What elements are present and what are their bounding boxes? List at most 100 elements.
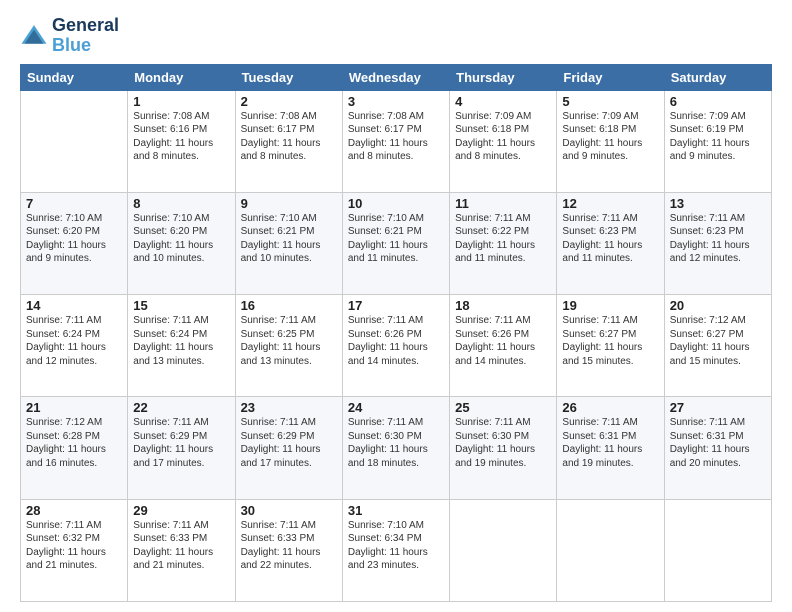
day-info: Sunrise: 7:10 AMSunset: 6:20 PMDaylight:…	[133, 212, 229, 266]
day-cell: 6Sunrise: 7:09 AMSunset: 6:19 PMDaylight…	[664, 90, 771, 192]
day-info: Sunrise: 7:08 AMSunset: 6:16 PMDaylight:…	[133, 110, 229, 164]
day-cell: 9Sunrise: 7:10 AMSunset: 6:21 PMDaylight…	[235, 192, 342, 294]
day-cell: 7Sunrise: 7:10 AMSunset: 6:20 PMDaylight…	[21, 192, 128, 294]
day-info: Sunrise: 7:11 AMSunset: 6:29 PMDaylight:…	[241, 416, 337, 470]
day-cell	[664, 499, 771, 601]
weekday-sunday: Sunday	[21, 64, 128, 90]
day-number: 6	[670, 94, 766, 109]
day-info: Sunrise: 7:11 AMSunset: 6:24 PMDaylight:…	[133, 314, 229, 368]
day-cell: 8Sunrise: 7:10 AMSunset: 6:20 PMDaylight…	[128, 192, 235, 294]
header: General Blue	[20, 16, 772, 56]
day-cell: 13Sunrise: 7:11 AMSunset: 6:23 PMDayligh…	[664, 192, 771, 294]
day-number: 24	[348, 400, 444, 415]
day-cell: 11Sunrise: 7:11 AMSunset: 6:22 PMDayligh…	[450, 192, 557, 294]
day-number: 7	[26, 196, 122, 211]
day-cell	[557, 499, 664, 601]
day-cell: 22Sunrise: 7:11 AMSunset: 6:29 PMDayligh…	[128, 397, 235, 499]
week-row-2: 14Sunrise: 7:11 AMSunset: 6:24 PMDayligh…	[21, 295, 772, 397]
day-cell: 1Sunrise: 7:08 AMSunset: 6:16 PMDaylight…	[128, 90, 235, 192]
weekday-saturday: Saturday	[664, 64, 771, 90]
day-cell: 24Sunrise: 7:11 AMSunset: 6:30 PMDayligh…	[342, 397, 449, 499]
day-info: Sunrise: 7:11 AMSunset: 6:33 PMDaylight:…	[133, 519, 229, 573]
weekday-friday: Friday	[557, 64, 664, 90]
day-number: 27	[670, 400, 766, 415]
day-info: Sunrise: 7:10 AMSunset: 6:20 PMDaylight:…	[26, 212, 122, 266]
day-info: Sunrise: 7:11 AMSunset: 6:30 PMDaylight:…	[348, 416, 444, 470]
day-cell: 31Sunrise: 7:10 AMSunset: 6:34 PMDayligh…	[342, 499, 449, 601]
day-number: 22	[133, 400, 229, 415]
day-number: 28	[26, 503, 122, 518]
day-info: Sunrise: 7:11 AMSunset: 6:23 PMDaylight:…	[562, 212, 658, 266]
day-cell: 29Sunrise: 7:11 AMSunset: 6:33 PMDayligh…	[128, 499, 235, 601]
weekday-monday: Monday	[128, 64, 235, 90]
day-cell: 16Sunrise: 7:11 AMSunset: 6:25 PMDayligh…	[235, 295, 342, 397]
day-number: 16	[241, 298, 337, 313]
day-cell: 25Sunrise: 7:11 AMSunset: 6:30 PMDayligh…	[450, 397, 557, 499]
day-number: 21	[26, 400, 122, 415]
day-cell: 18Sunrise: 7:11 AMSunset: 6:26 PMDayligh…	[450, 295, 557, 397]
day-number: 11	[455, 196, 551, 211]
logo: General Blue	[20, 16, 119, 56]
day-cell: 23Sunrise: 7:11 AMSunset: 6:29 PMDayligh…	[235, 397, 342, 499]
day-info: Sunrise: 7:11 AMSunset: 6:29 PMDaylight:…	[133, 416, 229, 470]
day-info: Sunrise: 7:08 AMSunset: 6:17 PMDaylight:…	[348, 110, 444, 164]
weekday-tuesday: Tuesday	[235, 64, 342, 90]
day-number: 20	[670, 298, 766, 313]
logo-text: General Blue	[52, 16, 119, 56]
calendar-table: SundayMondayTuesdayWednesdayThursdayFrid…	[20, 64, 772, 602]
day-info: Sunrise: 7:11 AMSunset: 6:32 PMDaylight:…	[26, 519, 122, 573]
day-info: Sunrise: 7:11 AMSunset: 6:26 PMDaylight:…	[348, 314, 444, 368]
day-number: 31	[348, 503, 444, 518]
day-cell: 30Sunrise: 7:11 AMSunset: 6:33 PMDayligh…	[235, 499, 342, 601]
weekday-wednesday: Wednesday	[342, 64, 449, 90]
day-cell: 10Sunrise: 7:10 AMSunset: 6:21 PMDayligh…	[342, 192, 449, 294]
day-number: 13	[670, 196, 766, 211]
day-number: 19	[562, 298, 658, 313]
day-cell	[21, 90, 128, 192]
day-info: Sunrise: 7:10 AMSunset: 6:21 PMDaylight:…	[348, 212, 444, 266]
day-info: Sunrise: 7:11 AMSunset: 6:24 PMDaylight:…	[26, 314, 122, 368]
day-info: Sunrise: 7:11 AMSunset: 6:31 PMDaylight:…	[670, 416, 766, 470]
day-cell: 3Sunrise: 7:08 AMSunset: 6:17 PMDaylight…	[342, 90, 449, 192]
day-number: 25	[455, 400, 551, 415]
day-cell: 2Sunrise: 7:08 AMSunset: 6:17 PMDaylight…	[235, 90, 342, 192]
day-number: 15	[133, 298, 229, 313]
day-number: 5	[562, 94, 658, 109]
day-info: Sunrise: 7:11 AMSunset: 6:33 PMDaylight:…	[241, 519, 337, 573]
day-info: Sunrise: 7:09 AMSunset: 6:18 PMDaylight:…	[562, 110, 658, 164]
day-info: Sunrise: 7:08 AMSunset: 6:17 PMDaylight:…	[241, 110, 337, 164]
day-number: 30	[241, 503, 337, 518]
day-info: Sunrise: 7:10 AMSunset: 6:34 PMDaylight:…	[348, 519, 444, 573]
day-cell: 26Sunrise: 7:11 AMSunset: 6:31 PMDayligh…	[557, 397, 664, 499]
day-number: 3	[348, 94, 444, 109]
day-info: Sunrise: 7:11 AMSunset: 6:31 PMDaylight:…	[562, 416, 658, 470]
day-info: Sunrise: 7:11 AMSunset: 6:23 PMDaylight:…	[670, 212, 766, 266]
day-cell: 14Sunrise: 7:11 AMSunset: 6:24 PMDayligh…	[21, 295, 128, 397]
day-cell	[450, 499, 557, 601]
day-info: Sunrise: 7:09 AMSunset: 6:18 PMDaylight:…	[455, 110, 551, 164]
day-cell: 20Sunrise: 7:12 AMSunset: 6:27 PMDayligh…	[664, 295, 771, 397]
logo-icon	[20, 22, 48, 50]
day-number: 12	[562, 196, 658, 211]
day-number: 23	[241, 400, 337, 415]
day-number: 26	[562, 400, 658, 415]
day-cell: 27Sunrise: 7:11 AMSunset: 6:31 PMDayligh…	[664, 397, 771, 499]
day-number: 4	[455, 94, 551, 109]
week-row-1: 7Sunrise: 7:10 AMSunset: 6:20 PMDaylight…	[21, 192, 772, 294]
day-info: Sunrise: 7:11 AMSunset: 6:22 PMDaylight:…	[455, 212, 551, 266]
day-info: Sunrise: 7:11 AMSunset: 6:30 PMDaylight:…	[455, 416, 551, 470]
week-row-3: 21Sunrise: 7:12 AMSunset: 6:28 PMDayligh…	[21, 397, 772, 499]
day-info: Sunrise: 7:12 AMSunset: 6:28 PMDaylight:…	[26, 416, 122, 470]
day-info: Sunrise: 7:11 AMSunset: 6:25 PMDaylight:…	[241, 314, 337, 368]
day-number: 14	[26, 298, 122, 313]
day-cell: 5Sunrise: 7:09 AMSunset: 6:18 PMDaylight…	[557, 90, 664, 192]
day-cell: 12Sunrise: 7:11 AMSunset: 6:23 PMDayligh…	[557, 192, 664, 294]
day-cell: 4Sunrise: 7:09 AMSunset: 6:18 PMDaylight…	[450, 90, 557, 192]
day-info: Sunrise: 7:12 AMSunset: 6:27 PMDaylight:…	[670, 314, 766, 368]
day-number: 29	[133, 503, 229, 518]
day-cell: 21Sunrise: 7:12 AMSunset: 6:28 PMDayligh…	[21, 397, 128, 499]
day-info: Sunrise: 7:10 AMSunset: 6:21 PMDaylight:…	[241, 212, 337, 266]
day-cell: 19Sunrise: 7:11 AMSunset: 6:27 PMDayligh…	[557, 295, 664, 397]
day-number: 18	[455, 298, 551, 313]
weekday-header-row: SundayMondayTuesdayWednesdayThursdayFrid…	[21, 64, 772, 90]
